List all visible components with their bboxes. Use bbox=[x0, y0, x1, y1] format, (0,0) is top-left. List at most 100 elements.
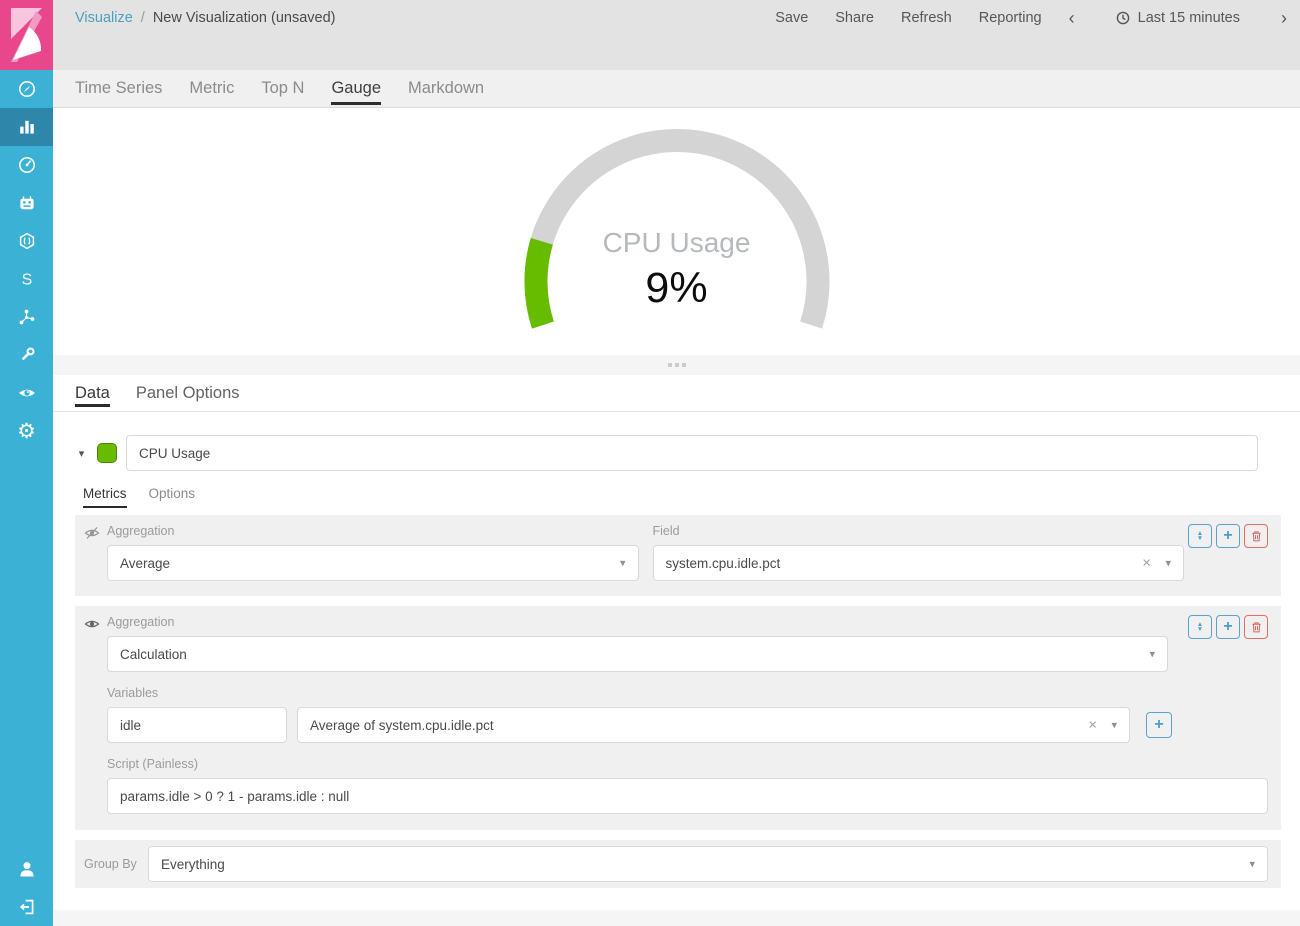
field-label: Field bbox=[653, 524, 1185, 538]
aggregation-select[interactable]: Calculation ▾ bbox=[107, 636, 1168, 672]
aggregation-select[interactable]: Average ▾ bbox=[107, 545, 639, 581]
reporting-button[interactable]: Reporting bbox=[979, 10, 1042, 26]
group-by-label: Group By bbox=[84, 857, 148, 871]
user-account-icon bbox=[17, 859, 37, 879]
svg-text:S: S bbox=[21, 272, 32, 289]
variable-name-input[interactable] bbox=[107, 707, 287, 743]
sidebar-item-logout[interactable] bbox=[0, 888, 53, 926]
series-hidden-toggle[interactable] bbox=[84, 526, 100, 545]
graph-icon bbox=[17, 307, 37, 327]
time-picker-label: Last 15 minutes bbox=[1138, 10, 1240, 26]
metric-row-buttons: ▲ ▼ + bbox=[1188, 524, 1268, 548]
sidebar-item-apm[interactable] bbox=[0, 222, 53, 260]
reorder-metric-button[interactable]: ▲ ▼ bbox=[1188, 615, 1212, 639]
field-select[interactable]: system.cpu.idle.pct × ▾ bbox=[653, 545, 1185, 581]
variables-row: Average of system.cpu.idle.pct × ▾ + bbox=[107, 707, 1172, 743]
series-row: ▾ bbox=[75, 435, 1281, 471]
kibana-logo-icon bbox=[0, 0, 53, 70]
resize-dot-icon bbox=[668, 363, 672, 367]
sidebar-item-discover[interactable] bbox=[0, 70, 53, 108]
dashboard-gauge-icon bbox=[17, 155, 37, 175]
tab-markdown[interactable]: Markdown bbox=[408, 70, 484, 107]
variable-value-select[interactable]: Average of system.cpu.idle.pct × ▾ bbox=[297, 707, 1130, 743]
sidebar-item-monitoring[interactable] bbox=[0, 374, 53, 412]
kibana-logo[interactable] bbox=[0, 0, 53, 70]
refresh-button[interactable]: Refresh bbox=[901, 10, 952, 26]
editor-tabs: Data Panel Options bbox=[53, 375, 1300, 412]
sort-down-icon: ▼ bbox=[1197, 536, 1203, 542]
breadcrumb-separator: / bbox=[141, 10, 145, 26]
tab-options[interactable]: Options bbox=[149, 486, 196, 508]
tab-time-series[interactable]: Time Series bbox=[75, 70, 162, 107]
clear-icon[interactable]: × bbox=[1088, 717, 1097, 734]
clear-icon[interactable]: × bbox=[1142, 555, 1151, 572]
gauge-value: 9% bbox=[497, 264, 857, 312]
group-by-select[interactable]: Everything ▾ bbox=[148, 846, 1268, 882]
tab-metrics[interactable]: Metrics bbox=[83, 486, 127, 508]
script-label: Script (Painless) bbox=[107, 757, 1268, 771]
resize-dot-icon bbox=[682, 363, 686, 367]
top-actions: Save Share Refresh Reporting ‹ Last 15 m… bbox=[775, 10, 1287, 26]
save-button[interactable]: Save bbox=[775, 10, 808, 26]
chevron-down-icon: ▾ bbox=[1165, 557, 1171, 570]
viz-type-tabs: Time Series Metric Top N Gauge Markdown bbox=[53, 70, 1300, 108]
panel-resize-handle[interactable] bbox=[53, 355, 1300, 375]
tab-panel-options[interactable]: Panel Options bbox=[136, 375, 240, 411]
chevron-down-icon: ▾ bbox=[1249, 858, 1255, 871]
time-back-chevron-icon[interactable]: ‹ bbox=[1069, 11, 1075, 25]
add-variable-button[interactable]: + bbox=[1146, 712, 1172, 738]
share-button[interactable]: Share bbox=[835, 10, 874, 26]
breadcrumb: Visualize / New Visualization (unsaved) bbox=[75, 10, 336, 26]
tab-top-n[interactable]: Top N bbox=[261, 70, 304, 107]
time-forward-chevron-icon[interactable]: › bbox=[1281, 11, 1287, 25]
gauge-panel: CPU Usage 9% bbox=[53, 108, 1300, 355]
bottom-gap bbox=[53, 888, 1300, 910]
sidebar-item-visualize[interactable] bbox=[0, 108, 53, 146]
logout-icon bbox=[17, 897, 37, 917]
aggregation-label: Aggregation bbox=[107, 615, 1268, 629]
sidebar-item-management[interactable]: ⚙ bbox=[0, 412, 53, 450]
sidebar-item-user-account[interactable] bbox=[0, 850, 53, 888]
script-input[interactable] bbox=[107, 778, 1268, 814]
eye-icon bbox=[84, 617, 100, 631]
s-plugin-icon: S bbox=[17, 269, 37, 289]
delete-metric-button[interactable] bbox=[1244, 615, 1268, 639]
chevron-down-icon: ▾ bbox=[1149, 648, 1155, 661]
series-tabs: Metrics Options bbox=[83, 486, 1281, 508]
management-gear-icon: ⚙ bbox=[17, 421, 36, 442]
visualize-bar-chart-icon bbox=[17, 117, 37, 137]
trash-icon bbox=[1250, 620, 1263, 634]
aggregation-field-row: Aggregation Average ▾ Field system.cpu.i… bbox=[107, 524, 1184, 581]
kibana-app: S bbox=[0, 0, 1300, 926]
main-area: Visualize / New Visualization (unsaved) … bbox=[53, 0, 1300, 926]
apm-hexagon-icon bbox=[17, 231, 37, 251]
tab-metric[interactable]: Metric bbox=[189, 70, 234, 107]
tab-data[interactable]: Data bbox=[75, 375, 110, 411]
add-metric-button[interactable]: + bbox=[1216, 524, 1240, 548]
clock-icon bbox=[1116, 11, 1130, 25]
series-label-input[interactable] bbox=[126, 435, 1258, 471]
sidebar-item-graph[interactable] bbox=[0, 298, 53, 336]
series-color-swatch[interactable] bbox=[97, 443, 117, 463]
series-collapse-caret-icon[interactable]: ▾ bbox=[75, 447, 88, 460]
delete-metric-button[interactable] bbox=[1244, 524, 1268, 548]
sidebar-item-dashboard[interactable] bbox=[0, 146, 53, 184]
page-title: New Visualization (unsaved) bbox=[153, 10, 336, 26]
plus-icon: + bbox=[1154, 717, 1163, 733]
sort-down-icon: ▼ bbox=[1197, 627, 1203, 633]
sidebar-item-dev-tools[interactable] bbox=[0, 336, 53, 374]
tab-gauge[interactable]: Gauge bbox=[331, 70, 381, 107]
time-picker[interactable]: Last 15 minutes bbox=[1116, 10, 1240, 26]
top-bar: Visualize / New Visualization (unsaved) … bbox=[53, 0, 1300, 70]
add-metric-button[interactable]: + bbox=[1216, 615, 1240, 639]
discover-compass-icon bbox=[17, 79, 37, 99]
aggregation-select-value: Average bbox=[120, 556, 170, 571]
reorder-metric-button[interactable]: ▲ ▼ bbox=[1188, 524, 1212, 548]
machine-learning-icon bbox=[17, 193, 37, 213]
sidebar-item-machine-learning[interactable] bbox=[0, 184, 53, 222]
breadcrumb-visualize-link[interactable]: Visualize bbox=[75, 10, 133, 26]
variable-value: Average of system.cpu.idle.pct bbox=[310, 718, 494, 733]
metric-block-average: ▲ ▼ + Aggregation bbox=[75, 515, 1281, 596]
sidebar-item-s-plugin[interactable]: S bbox=[0, 260, 53, 298]
series-visible-toggle[interactable] bbox=[84, 617, 100, 636]
